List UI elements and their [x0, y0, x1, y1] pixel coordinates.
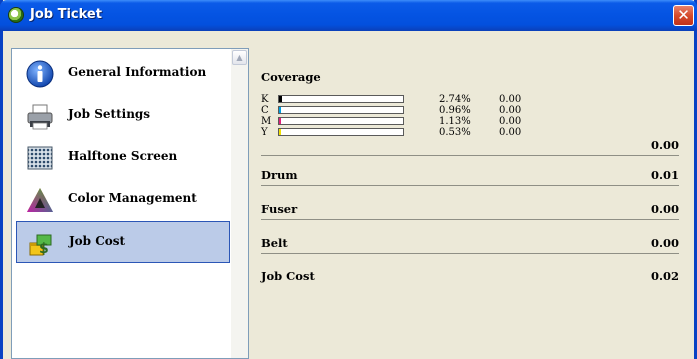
sidebar-item-color-management[interactable]: Color Management [16, 179, 230, 221]
sidebar-item-halftone-screen[interactable]: Halftone Screen [16, 137, 230, 179]
divider [261, 219, 679, 220]
job-cost-panel: Coverage K 2.74% 0.00 C 0.96% 0.00 M 1.1… [251, 48, 691, 359]
coverage-row-c: C 0.96% 0.00 [261, 105, 679, 116]
coverage-bar [278, 106, 404, 114]
coverage-channel: M [261, 116, 272, 127]
svg-text:$: $ [39, 241, 49, 257]
divider [261, 253, 679, 254]
app-icon [8, 7, 24, 23]
job-ticket-window: Job Ticket ✕ General Information Job Set… [0, 0, 697, 359]
coverage-total: 0.00 [650, 138, 679, 152]
belt-value: 0.00 [650, 236, 679, 250]
coverage-percent: 2.74% [439, 94, 471, 105]
coverage-channel: Y [261, 127, 268, 138]
job-cost-label: Job Cost [261, 269, 315, 283]
scroll-up-button[interactable]: ▲ [232, 50, 247, 65]
belt-label: Belt [261, 236, 288, 250]
coverage-channel: K [261, 94, 269, 105]
divider [261, 185, 679, 186]
coverage-bar-fill [279, 96, 283, 102]
sidebar-item-job-cost[interactable]: $ Job Cost [16, 221, 230, 263]
sidebar-item-label: Halftone Screen [68, 149, 178, 163]
sidebar-item-label: Job Cost [69, 234, 126, 248]
printer-icon [27, 104, 53, 130]
divider [261, 155, 679, 156]
sidebar-item-general-information[interactable]: General Information [16, 53, 230, 95]
coverage-bar-fill [279, 129, 281, 135]
fuser-label: Fuser [261, 202, 298, 216]
sidebar-item-label: Job Settings [68, 107, 151, 121]
job-cost-value: 0.02 [650, 269, 679, 283]
sidebar-scrollbar[interactable]: ▲ [231, 49, 248, 358]
halftone-icon [27, 146, 53, 170]
coverage-cost: 0.00 [499, 94, 522, 105]
coverage-percent: 1.13% [439, 116, 471, 127]
coverage-percent: 0.53% [439, 127, 471, 138]
coverage-row-y: Y 0.53% 0.00 [261, 127, 679, 138]
coverage-cost: 0.00 [499, 105, 522, 116]
coverage-row-k: K 2.74% 0.00 [261, 94, 679, 105]
info-icon [26, 60, 54, 88]
coverage-cost: 0.00 [499, 127, 522, 138]
color-triangle-icon [27, 188, 53, 212]
coverage-percent: 0.96% [439, 105, 471, 116]
coverage-cost: 0.00 [499, 116, 522, 127]
drum-label: Drum [261, 168, 298, 182]
coverage-row-m: M 1.13% 0.00 [261, 116, 679, 127]
coverage-channel: C [261, 105, 269, 116]
coverage-bar-fill [279, 107, 281, 113]
coverage-bar [278, 117, 404, 125]
coverage-bar-fill [279, 118, 281, 124]
title-bar[interactable]: Job Ticket ✕ [0, 0, 697, 31]
coverage-bar [278, 95, 404, 103]
drum-value: 0.01 [650, 168, 679, 182]
sidebar-item-label: Color Management [68, 191, 197, 205]
fuser-value: 0.00 [650, 202, 679, 216]
sidebar-item-label: General Information [68, 65, 207, 79]
close-button[interactable]: ✕ [673, 5, 694, 26]
sidebar-item-job-settings[interactable]: Job Settings [16, 95, 230, 137]
coverage-bar [278, 128, 404, 136]
window-title: Job Ticket [30, 7, 102, 22]
money-icon: $ [29, 234, 52, 257]
category-list[interactable]: General Information Job Settings Halfton… [11, 48, 249, 359]
coverage-title: Coverage [261, 70, 321, 84]
